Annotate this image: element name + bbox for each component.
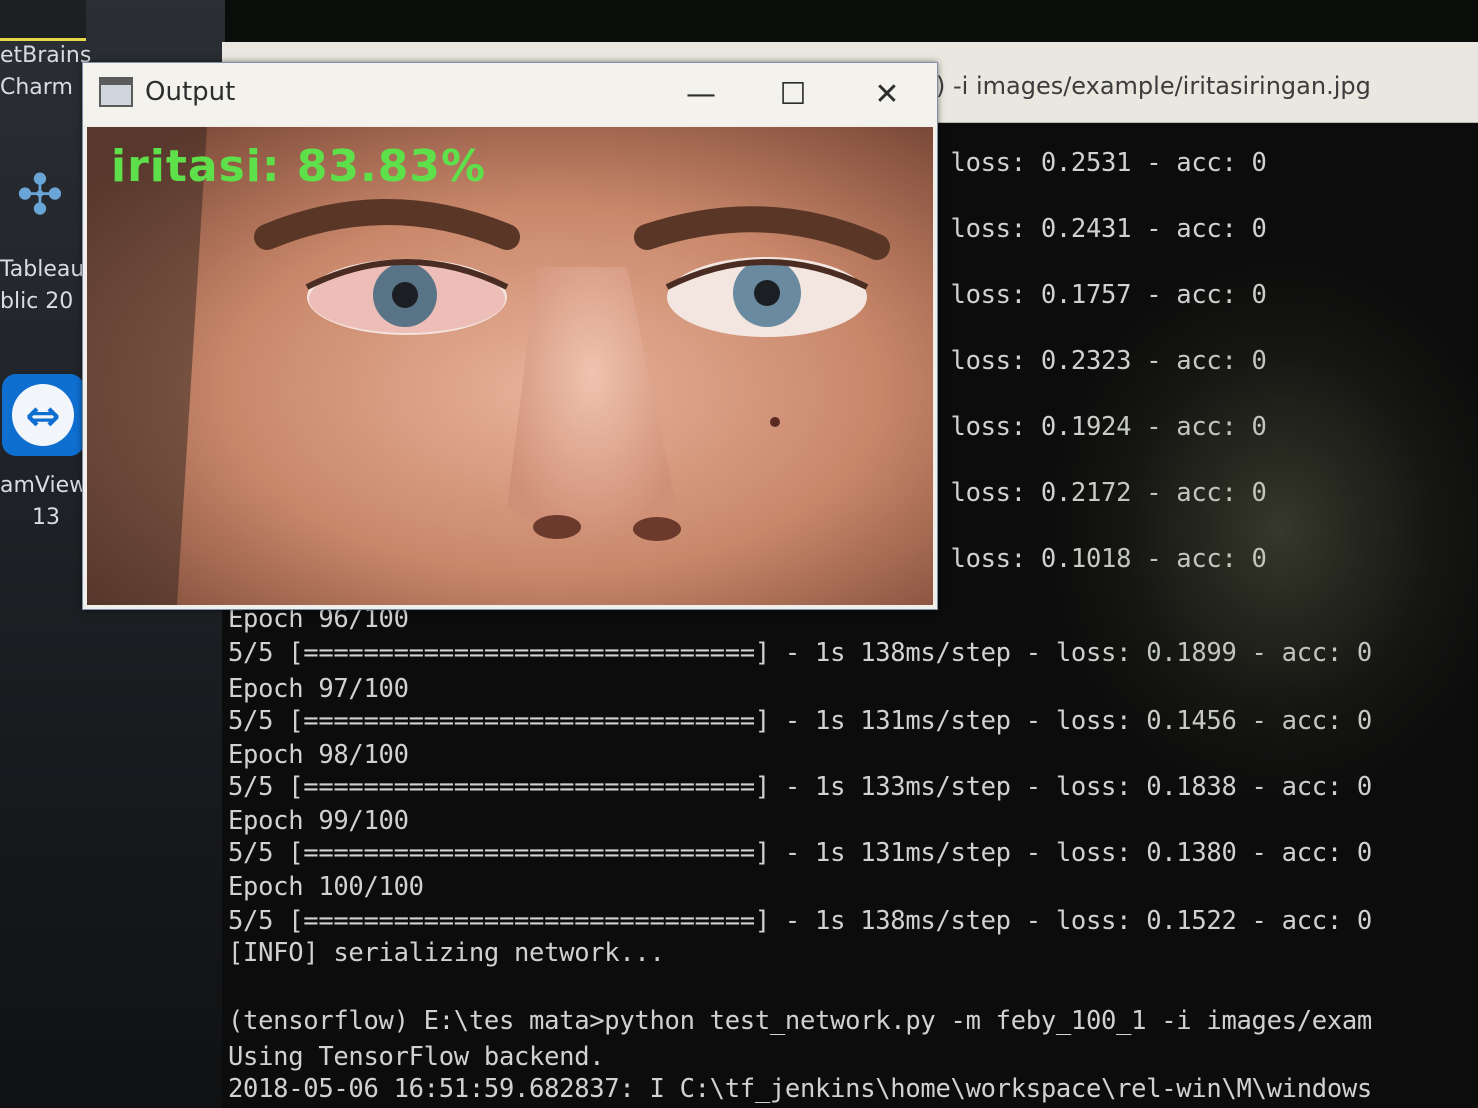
desktop-icon-label: blic 20 — [0, 289, 74, 314]
arrows-icon: ⇔ — [12, 384, 74, 446]
console-line: 5/5 [==============================] - 1… — [228, 772, 1372, 802]
console-line: [INFO] serializing network... — [228, 938, 665, 968]
console-line: Epoch 100/100 — [228, 872, 424, 902]
face-photo-drawing — [87, 127, 933, 605]
output-title: Output — [145, 77, 236, 107]
desktop-icon-label: amView — [0, 473, 88, 498]
maximize-icon: ☐ — [779, 77, 807, 112]
desktop-icon-label: Charm — [0, 75, 73, 100]
maximize-button[interactable]: ☐ — [763, 73, 823, 117]
close-icon: ✕ — [874, 77, 900, 112]
console-line: guard.cc:137] Your CPU supports instruct… — [228, 1104, 1372, 1108]
tableau-icon[interactable]: ✣ — [4, 160, 76, 232]
pycharm-icon[interactable] — [0, 0, 86, 41]
teamviewer-icon[interactable]: ⇔ — [2, 374, 84, 456]
console-line: Epoch 99/100 — [228, 806, 409, 836]
minimize-button[interactable]: — — [671, 73, 731, 117]
output-titlebar[interactable]: Output — ☐ ✕ — [83, 63, 937, 125]
desktop-icon-label: 13 — [32, 505, 60, 530]
console-line: Epoch 97/100 — [228, 674, 409, 704]
close-button[interactable]: ✕ — [857, 73, 917, 117]
console-line: 5/5 [==============================] - 1… — [228, 706, 1372, 736]
console-line: 2018-05-06 16:51:59.682837: I C:\tf_jenk… — [228, 1074, 1372, 1104]
desktop-icon-pycharm[interactable]: etBrains Charm — [0, 40, 92, 104]
console-title: ) -i images/example/iritasiringan.jpg — [936, 72, 1371, 100]
desktop-icon-label: etBrains — [0, 43, 92, 68]
output-window[interactable]: Output — ☐ ✕ iritasi: 83.83% — [82, 62, 938, 610]
console-line: 5/5 [==============================] - 1… — [228, 638, 1372, 668]
desktop-icon-label: Tableau — [0, 257, 85, 282]
face-photo: iritasi: 83.83% — [87, 127, 933, 605]
console-line: Epoch 98/100 — [228, 740, 409, 770]
console-line: (tensorflow) E:\tes mata>python test_net… — [228, 1006, 1372, 1036]
window-app-icon — [99, 77, 133, 107]
console-line: Using TensorFlow backend. — [228, 1042, 605, 1072]
desktop-icon-tableau[interactable]: Tableau blic 20 — [0, 254, 90, 318]
console-line: 5/5 [==============================] - 1… — [228, 838, 1372, 868]
prediction-label: iritasi: 83.83% — [111, 141, 487, 192]
console-line: 5/5 [==============================] - 1… — [228, 906, 1372, 936]
desktop-icon-teamviewer[interactable]: amView 13 — [0, 470, 90, 534]
minimize-icon: — — [686, 77, 716, 112]
